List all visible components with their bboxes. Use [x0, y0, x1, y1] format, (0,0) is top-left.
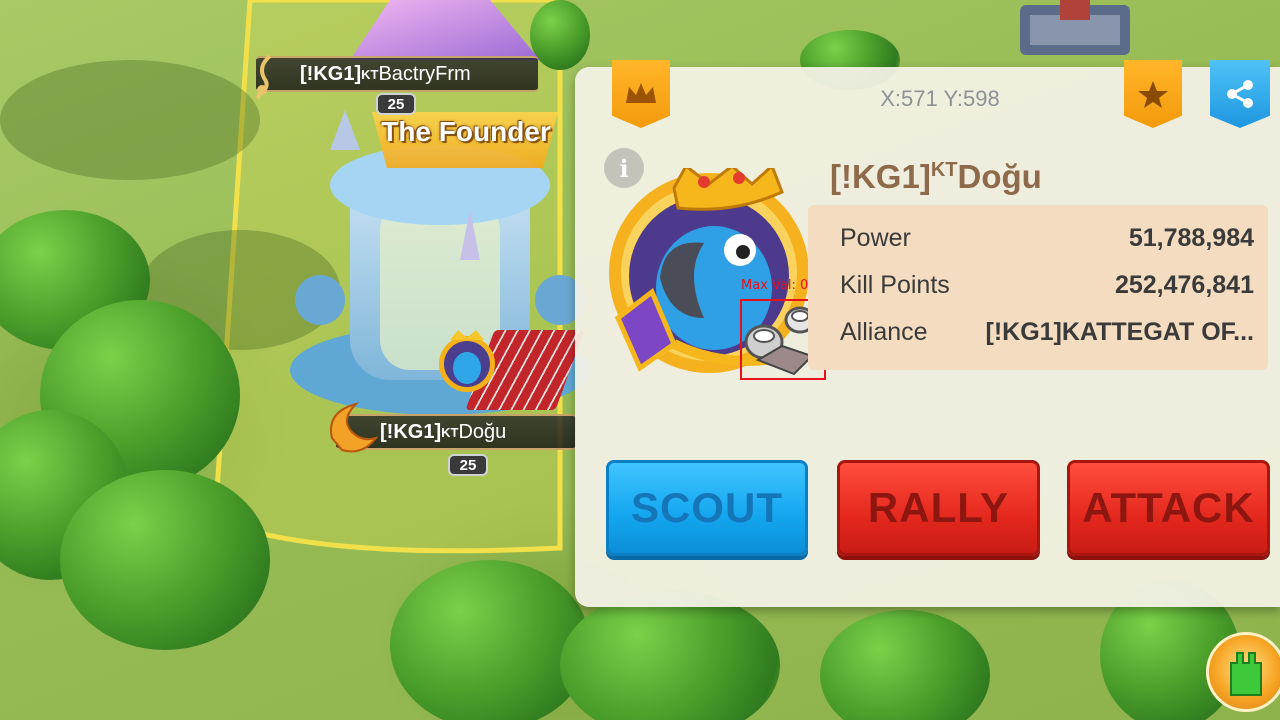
city-level-badge: 25 [448, 454, 488, 476]
fortress-icon[interactable] [1010, 0, 1140, 65]
scout-button[interactable]: SCOUT [606, 460, 808, 556]
crown-ribbon[interactable] [612, 60, 670, 128]
stat-value[interactable]: [!KG1]KATTEGAT OF... [986, 318, 1255, 347]
map-player-tag[interactable]: [!KG1] KT BactryFrm [256, 56, 538, 92]
stat-row-power: Power 51,788,984 [840, 223, 1254, 253]
player-governor-name: Doğu [957, 158, 1042, 195]
city-level-badge: 25 [376, 93, 416, 115]
tag-player-name: BactryFrm [378, 62, 471, 85]
rally-button[interactable]: RALLY [837, 460, 1040, 556]
player-stats-box: Power 51,788,984 Kill Points 252,476,841… [808, 205, 1268, 370]
castle-icon [1230, 652, 1262, 696]
share-ribbon[interactable] [1210, 60, 1270, 128]
star-icon [1138, 81, 1168, 108]
stat-label: Kill Points [840, 270, 950, 299]
map-shadow [0, 60, 260, 180]
attack-button[interactable]: ATTACK [1067, 460, 1270, 556]
city-return-button[interactable] [1206, 632, 1280, 712]
player-alliance-tag: [!KG1] [830, 158, 931, 195]
music-note-icon [256, 54, 272, 100]
tag-kt: KT [361, 66, 379, 82]
founder-title: The Founder [381, 116, 551, 147]
stat-label: Power [840, 223, 911, 252]
stat-row-alliance[interactable]: Alliance [!KG1]KATTEGAT OF... [840, 317, 1254, 347]
favorite-ribbon[interactable] [1124, 60, 1182, 128]
player-kt: KT [930, 159, 958, 181]
city-avatar-icon[interactable] [436, 326, 498, 396]
tag-alliance: [!KG1] [300, 62, 362, 85]
stat-label: Alliance [840, 317, 928, 346]
tag-player-name: Doğu [458, 420, 507, 443]
tree [820, 610, 990, 720]
tag-alliance: [!KG1] [380, 420, 442, 443]
stat-row-kill-points: Kill Points 252,476,841 [840, 270, 1254, 300]
phoenix-emblem-icon [330, 402, 379, 453]
stat-value: 51,788,984 [1128, 223, 1254, 252]
stat-value: 252,476,841 [1114, 270, 1254, 299]
tree [60, 470, 270, 650]
coordinates-label[interactable]: X:571 Y:598 [860, 86, 1020, 112]
crown-icon [626, 83, 656, 103]
player-name: [!KG1]KTDoğu [830, 158, 1042, 196]
tree [390, 560, 590, 720]
share-icon [1227, 80, 1253, 108]
tree [560, 590, 780, 720]
tag-kt: KT [441, 424, 459, 440]
